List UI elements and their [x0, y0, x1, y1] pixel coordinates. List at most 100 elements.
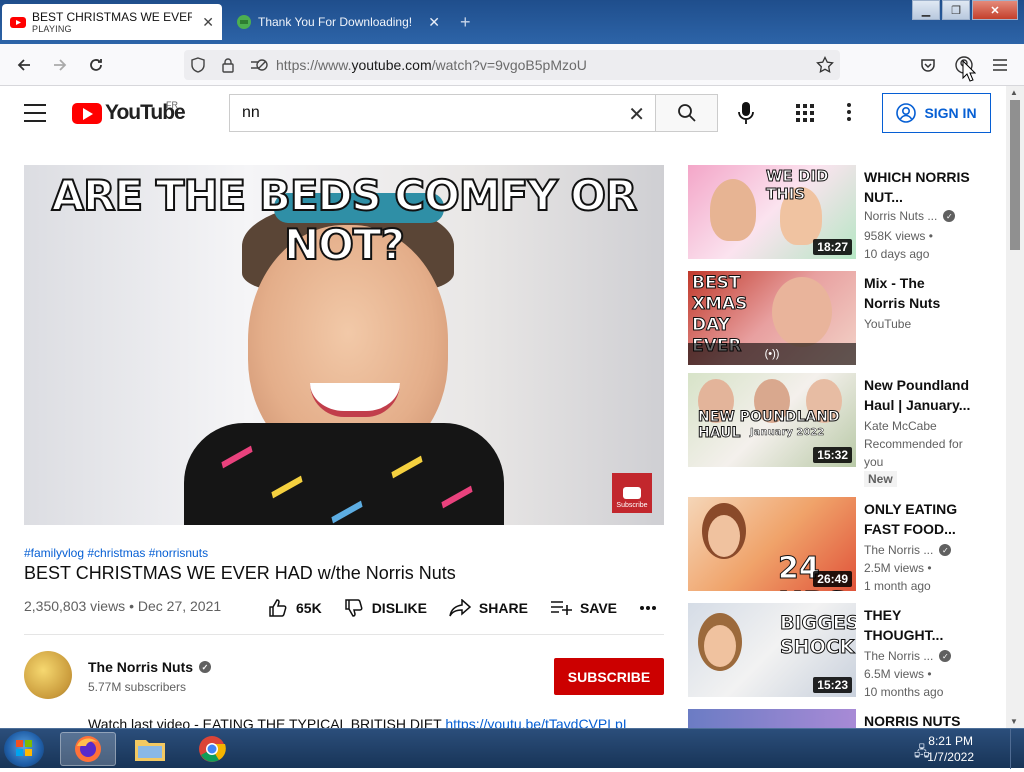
share-button[interactable]: SHARE: [449, 599, 528, 617]
subscribe-watermark[interactable]: Subscribe: [612, 473, 652, 513]
recommendation-title: Mix - The Norris Nuts: [864, 275, 941, 311]
recommendation-item[interactable]: WE DID THIS 18:27 WHICH NORRIS NUT... Nor…: [688, 165, 988, 261]
pocket-icon[interactable]: [912, 49, 944, 81]
minimize-icon[interactable]: ▁: [912, 0, 940, 20]
video-more-options-icon[interactable]: [639, 605, 657, 611]
video-hashtags[interactable]: #familyvlog #christmas #norrisnuts: [24, 546, 208, 560]
shield-icon[interactable]: [190, 57, 206, 73]
youtube-favicon-icon: [10, 17, 26, 28]
close-tab-icon[interactable]: ✕: [202, 14, 214, 31]
verified-check-icon: ✓: [939, 650, 952, 662]
upload-date: Dec 27, 2021: [137, 598, 222, 614]
recommendation-item[interactable]: BEST XMAS DAY EVER (•)) Mix - TheNorris …: [688, 271, 988, 367]
recommendation-item[interactable]: 24 HRS 26:49 ONLY EATINGFAST FOOD... The…: [688, 497, 988, 593]
video-title: BEST CHRISTMAS WE EVER HAD w/the Norris …: [24, 563, 456, 583]
recommendation-channel[interactable]: Kate McCabe: [864, 419, 937, 433]
taskbar-explorer[interactable]: [122, 732, 178, 766]
recommendation-channel[interactable]: The Norris ... ✓: [864, 649, 952, 663]
video-player[interactable]: ARE THE BEDS COMFY OR NOT? Subscribe: [24, 165, 664, 525]
search-button[interactable]: [655, 94, 718, 132]
taskbar-firefox[interactable]: [60, 732, 116, 766]
dislike-button[interactable]: DISLIKE: [344, 598, 427, 618]
sign-in-label: SIGN IN: [924, 105, 977, 121]
subscribe-button[interactable]: SUBSCRIBE: [554, 658, 664, 695]
channel-name[interactable]: The Norris Nuts ✓: [88, 659, 212, 675]
tab-youtube-video[interactable]: BEST CHRISTMAS WE EVER HAD w/the Norris …: [2, 4, 222, 40]
recommendation-thumbnail[interactable]: BIGGEST SHOCK 15:23: [688, 603, 856, 697]
recommendation-thumbnail[interactable]: [688, 709, 856, 728]
new-badge: New: [864, 471, 897, 487]
tab-title: BEST CHRISTMAS WE EVER HAD w/the Norris …: [32, 10, 192, 24]
permissions-icon[interactable]: [250, 57, 268, 73]
restore-icon[interactable]: ❐: [942, 0, 970, 20]
bookmark-star-icon[interactable]: [816, 56, 834, 74]
scrollbar-thumb[interactable]: [1010, 100, 1020, 250]
url-prefix: https://www.: [276, 57, 352, 73]
subscribe-watermark-label: Subscribe: [616, 502, 648, 509]
back-arrow-icon[interactable]: [8, 49, 40, 81]
recommendation-title: WHICH NORRIS NUT...: [864, 169, 970, 205]
taskbar-chrome[interactable]: [184, 732, 240, 766]
close-tab-icon[interactable]: ✕: [428, 14, 440, 31]
scroll-up-arrow-icon[interactable]: ▲: [1010, 88, 1018, 97]
video-duration: 18:27: [813, 239, 852, 255]
close-window-icon[interactable]: ✕: [972, 0, 1018, 20]
recommendation-item[interactable]: NEW POUNDLAND HAUL January 2022 15:32 Ne…: [688, 373, 988, 487]
more-options-icon[interactable]: [846, 102, 852, 127]
recommendation-thumbnail[interactable]: BEST XMAS DAY EVER (•)): [688, 271, 856, 365]
new-tab-icon[interactable]: +: [460, 12, 471, 33]
clock-time: 8:21 PM: [928, 734, 973, 748]
save-button[interactable]: SAVE: [550, 600, 617, 616]
show-desktop-button[interactable]: [1010, 729, 1024, 769]
lock-icon[interactable]: [220, 57, 236, 73]
recommendation-title: NORRIS NUTS: [864, 713, 961, 728]
view-count: 2,350,803 views: [24, 598, 126, 614]
browser-titlebar: BEST CHRISTMAS WE EVER HAD w/the Norris …: [0, 0, 1024, 44]
recommendation-thumbnail[interactable]: NEW POUNDLAND HAUL January 2022 15:32: [688, 373, 856, 467]
recommendation-item[interactable]: BIGGEST SHOCK 15:23 THEYTHOUGHT... The N…: [688, 603, 988, 699]
channel-avatar[interactable]: [24, 651, 72, 699]
start-button[interactable]: [4, 731, 44, 767]
search-input[interactable]: nn ✕: [229, 94, 655, 132]
search-query: nn: [242, 104, 260, 121]
video-duration: 26:49: [813, 571, 852, 587]
video-duration: 15:32: [813, 447, 852, 463]
url-bar[interactable]: https://www.youtube.com/watch?v=9vgoB5pM…: [184, 50, 840, 80]
section-divider: [24, 634, 664, 635]
video-frame-shirt: [184, 423, 504, 525]
apps-grid-icon[interactable]: [796, 104, 814, 127]
recommendation-thumbnail[interactable]: 24 HRS 26:49: [688, 497, 856, 591]
search-icon: [677, 104, 696, 122]
reload-icon[interactable]: [80, 49, 112, 81]
scroll-down-arrow-icon[interactable]: ▼: [1010, 717, 1018, 726]
recommendation-views: 958K views •: [864, 229, 933, 243]
microphone-icon: [738, 102, 754, 124]
recommendation-channel[interactable]: Norris Nuts ... ✓: [864, 209, 956, 223]
menu-icon[interactable]: [984, 49, 1016, 81]
tab-playing-label: PLAYING: [32, 24, 72, 34]
url-text[interactable]: https://www.youtube.com/watch?v=9vgoB5pM…: [276, 57, 587, 73]
page-scrollbar[interactable]: ▲ ▼: [1006, 86, 1024, 728]
tab-thank-you[interactable]: Thank You For Downloading! ✕: [228, 4, 448, 40]
dislike-label: DISLIKE: [371, 600, 427, 616]
playlist-add-icon: [550, 601, 572, 615]
voice-search-button[interactable]: [733, 100, 759, 126]
subscriber-count: 5.77M subscribers: [88, 680, 187, 694]
recommendation-item[interactable]: NORRIS NUTS: [688, 709, 988, 728]
video-meta: 2,350,803 views • Dec 27, 2021: [24, 598, 222, 614]
channel-name-text: The Norris Nuts: [88, 659, 194, 675]
recommendation-thumbnail[interactable]: WE DID THIS 18:27: [688, 165, 856, 259]
guide-menu-icon[interactable]: [24, 104, 46, 128]
mouse-cursor-icon: [962, 60, 976, 82]
like-count: 65K: [296, 600, 322, 616]
forward-arrow-icon[interactable]: [44, 49, 76, 81]
sign-in-button[interactable]: SIGN IN: [882, 93, 991, 133]
like-button[interactable]: 65K: [268, 598, 322, 618]
system-clock[interactable]: 8:21 PM 1/7/2022: [927, 733, 974, 765]
clear-search-icon[interactable]: ✕: [628, 102, 645, 127]
browser-navbar: https://www.youtube.com/watch?v=9vgoB5pM…: [0, 44, 1024, 86]
recommendation-channel[interactable]: The Norris ... ✓: [864, 543, 952, 557]
recommendation-views: 2.5M views •: [864, 561, 932, 575]
live-radio-icon: (•)): [764, 348, 780, 360]
recommendation-channel[interactable]: YouTube: [864, 317, 911, 331]
